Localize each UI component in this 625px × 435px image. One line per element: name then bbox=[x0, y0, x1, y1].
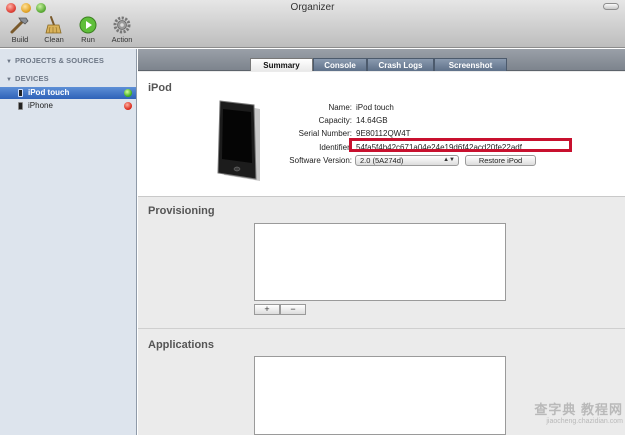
status-green-icon bbox=[124, 89, 132, 97]
device-label: iPhone bbox=[28, 101, 53, 110]
clean-label: Clean bbox=[44, 35, 64, 44]
add-profile-button[interactable]: + bbox=[254, 304, 280, 315]
sidebar: ▼ PROJECTS & SOURCES ▼ DEVICES iPod touch … bbox=[0, 49, 137, 435]
tab-bar: Summary Console Crash Logs Screenshot bbox=[138, 49, 625, 71]
action-button[interactable]: Action bbox=[108, 15, 136, 47]
watermark-title: 查字典 教程网 bbox=[534, 402, 623, 417]
group-label: DEVICES bbox=[15, 74, 49, 83]
group-label: PROJECTS & SOURCES bbox=[15, 56, 104, 65]
broom-icon bbox=[45, 16, 62, 34]
clean-button[interactable]: Clean bbox=[40, 15, 68, 47]
tab-summary[interactable]: Summary bbox=[250, 58, 313, 71]
select-arrows-icon: ▲▼ bbox=[443, 157, 455, 163]
play-icon bbox=[79, 16, 97, 34]
watermark-url: jiaocheng.chazidian.com bbox=[546, 418, 623, 425]
provisioning-title: Provisioning bbox=[148, 205, 215, 217]
disclosure-triangle-icon[interactable]: ▼ bbox=[6, 77, 12, 83]
build-button[interactable]: Build bbox=[6, 15, 34, 47]
toolbar-toggle-button[interactable] bbox=[603, 3, 619, 10]
capacity-value: 14.64GB bbox=[356, 116, 388, 125]
disclosure-triangle-icon[interactable]: ▼ bbox=[6, 59, 12, 65]
section-divider bbox=[138, 328, 625, 329]
tab-console[interactable]: Console bbox=[313, 58, 367, 71]
hammer-icon bbox=[10, 17, 29, 34]
name-label: Name: bbox=[328, 103, 352, 112]
action-label: Action bbox=[111, 35, 133, 44]
status-red-icon bbox=[124, 102, 132, 110]
identifier-highlight-box bbox=[349, 138, 572, 152]
gear-icon bbox=[113, 16, 131, 34]
devices-group[interactable]: ▼ DEVICES bbox=[6, 74, 49, 83]
applications-list[interactable] bbox=[254, 356, 506, 435]
name-value: iPod touch bbox=[356, 103, 394, 112]
software-version-select[interactable]: 2.0 (5A274d) ▲▼ bbox=[355, 155, 459, 166]
identifier-label: Identifier: bbox=[319, 143, 352, 152]
ipod-icon bbox=[18, 89, 23, 97]
device-title: iPod bbox=[148, 82, 172, 94]
main-panel: Summary Console Crash Logs Screenshot iP… bbox=[138, 49, 625, 435]
provisioning-list[interactable] bbox=[254, 223, 506, 301]
title-bar: Organizer Build Clean Run Action bbox=[0, 0, 625, 48]
tab-screenshot[interactable]: Screenshot bbox=[434, 58, 507, 71]
run-label: Run bbox=[81, 35, 95, 44]
capacity-label: Capacity: bbox=[318, 116, 352, 125]
software-version-value: 2.0 (5A274d) bbox=[360, 156, 404, 165]
remove-profile-button[interactable]: − bbox=[280, 304, 306, 315]
iphone-icon bbox=[18, 102, 23, 110]
projects-sources-group[interactable]: ▼ PROJECTS & SOURCES bbox=[6, 56, 104, 65]
serial-number-value: 9E80112QW4T bbox=[356, 129, 411, 138]
summary-section: iPod Name: Capacity: Serial Number: Iden… bbox=[138, 72, 625, 197]
software-version-label: Software Version: bbox=[289, 156, 352, 165]
device-label: iPod touch bbox=[28, 88, 70, 97]
sidebar-item-iphone[interactable]: iPhone bbox=[0, 100, 136, 112]
window-title: Organizer bbox=[290, 2, 335, 13]
build-label: Build bbox=[11, 35, 29, 44]
restore-ipod-button[interactable]: Restore iPod bbox=[465, 155, 536, 166]
serial-number-label: Serial Number: bbox=[298, 129, 352, 138]
sidebar-item-ipod-touch[interactable]: iPod touch bbox=[0, 87, 136, 99]
organizer-window: Organizer Build Clean Run Action ▼ PROJE… bbox=[0, 0, 625, 435]
applications-title: Applications bbox=[148, 339, 215, 351]
run-button[interactable]: Run bbox=[74, 15, 102, 47]
tab-crash-logs[interactable]: Crash Logs bbox=[367, 58, 434, 71]
watermark: 查字典 教程网 jiaocheng.chazidian.com bbox=[495, 403, 623, 426]
